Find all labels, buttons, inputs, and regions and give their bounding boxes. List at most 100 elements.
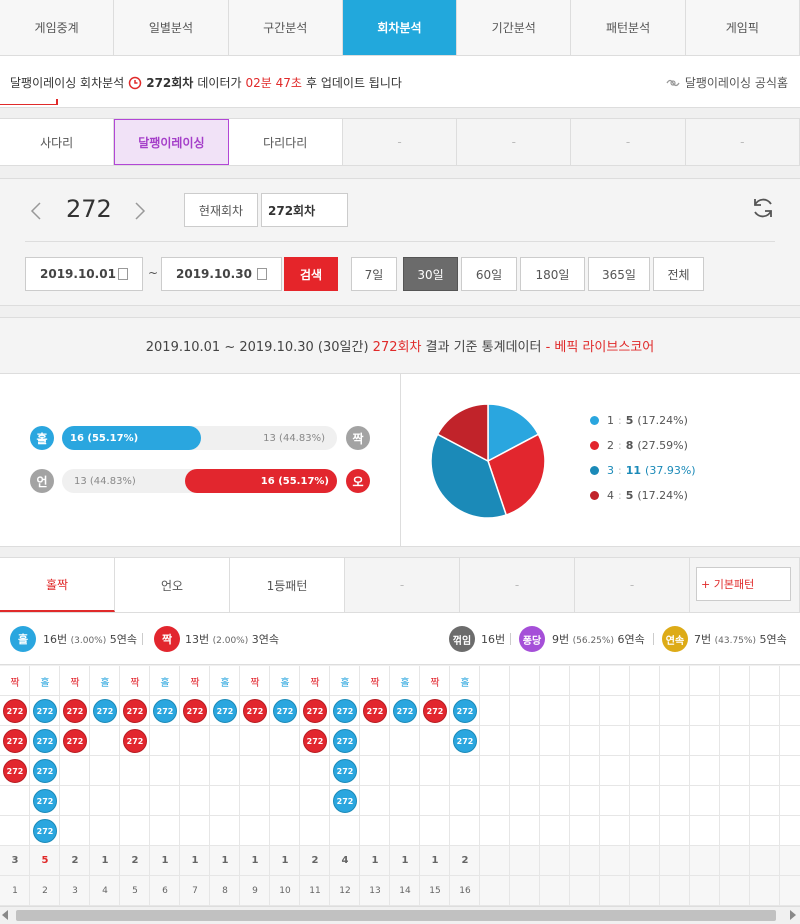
- result-pie-chart: [430, 403, 546, 519]
- period-button-3[interactable]: 60일: [461, 257, 517, 291]
- column-number: 4: [102, 886, 108, 896]
- tab-6[interactable]: 패턴분석: [571, 0, 686, 55]
- grid-cell: [600, 756, 630, 786]
- game-tab-7: -: [685, 119, 800, 165]
- pattern-tab-4: -: [345, 558, 460, 612]
- grid-number-cell: [570, 876, 600, 906]
- stats-divider: [400, 374, 401, 546]
- grid-cell: [420, 726, 450, 756]
- scroll-left-icon[interactable]: [2, 910, 8, 920]
- over-fill: 16 (55.17%): [185, 469, 337, 493]
- grid-header-cell: [510, 666, 540, 696]
- period-button-4[interactable]: 180일: [520, 257, 585, 291]
- date-range-tilde: ~: [148, 266, 159, 280]
- even-summary-count: 13번: [185, 633, 210, 646]
- basic-pattern-button[interactable]: + 기본패턴: [696, 567, 791, 601]
- grid-cell: [300, 786, 330, 816]
- result-ball: 272: [333, 789, 357, 813]
- column-head: 홀: [400, 678, 410, 689]
- grid-cell: [660, 816, 690, 846]
- game-tab-6: -: [571, 119, 686, 165]
- round-navigator: 272 현재회차 272회차 2019.10.01 ~ 2019.10.30 검…: [0, 178, 800, 306]
- pattern-tabs: 홀짝 언오 1등패턴 - - -: [0, 557, 800, 613]
- notice-round: 272회차: [146, 76, 194, 90]
- legend-value: 11: [625, 464, 642, 477]
- grid-cell: [90, 816, 120, 846]
- pattern-tab-2[interactable]: 언오: [115, 558, 230, 612]
- period-button-6[interactable]: 전체: [653, 257, 704, 291]
- pattern-tab-3[interactable]: 1등패턴: [230, 558, 345, 612]
- grid-count-cell: [480, 846, 510, 876]
- date-from-input[interactable]: 2019.10.01: [25, 257, 143, 291]
- grid-cell: [570, 786, 600, 816]
- calendar-icon[interactable]: [118, 268, 128, 280]
- grid-cell: [660, 786, 690, 816]
- grid-header-cell: [570, 666, 600, 696]
- grid-cell: [240, 726, 270, 756]
- result-ball: 272: [333, 729, 357, 753]
- grid-cell: [150, 726, 180, 756]
- refresh-icon[interactable]: [750, 195, 776, 221]
- grid-header-cell: [780, 666, 800, 696]
- break-badge: 꺾임: [449, 626, 475, 652]
- grid-number-cell: [600, 876, 630, 906]
- result-ball: 272: [3, 759, 27, 783]
- grid-header-cell: [630, 666, 660, 696]
- grid-header-cell: [660, 666, 690, 696]
- horizontal-scrollbar[interactable]: [0, 906, 800, 924]
- legend-value: 5: [625, 414, 634, 427]
- stats-brand: - 베픽 라이브스코어: [545, 340, 655, 355]
- pattern-tab-1[interactable]: 홀짝: [0, 558, 115, 612]
- grid-number-cell: [510, 876, 540, 906]
- tab-4[interactable]: 회차분석: [342, 0, 458, 55]
- grid-cell: [750, 756, 780, 786]
- grid-cell: [360, 726, 390, 756]
- under-badge: 언: [30, 469, 54, 493]
- column-count: 5: [41, 855, 49, 866]
- column-head: 짝: [130, 678, 140, 689]
- grid-cell: [540, 816, 570, 846]
- update-notice: 달팽이레이싱 회차분석 272회차 데이터가 02분 47초 후 업데이트 됩니…: [10, 74, 402, 91]
- tab-1[interactable]: 게임중계: [0, 0, 115, 55]
- legend-number: 1: [607, 414, 614, 427]
- tab-3[interactable]: 구간분석: [229, 0, 343, 55]
- legend-separator: :: [618, 489, 622, 502]
- round-input[interactable]: 272회차: [261, 193, 348, 227]
- odd-fill: 16 (55.17%): [62, 426, 201, 450]
- grid-cell: [150, 816, 180, 846]
- calendar-icon[interactable]: [257, 268, 267, 280]
- scroll-right-icon[interactable]: [790, 910, 796, 920]
- grid-number-cell: [690, 876, 720, 906]
- period-button-5[interactable]: 365일: [588, 257, 650, 291]
- legend-separator: :: [618, 439, 622, 452]
- grid-header-cell: [600, 666, 630, 696]
- period-button-1[interactable]: 7일: [351, 257, 397, 291]
- grid-cell: [180, 726, 210, 756]
- game-tab-2[interactable]: 달팽이레이싱: [114, 119, 229, 165]
- grid-cell: [390, 726, 420, 756]
- tab-7[interactable]: 게임픽: [686, 0, 800, 55]
- grid-cell: [120, 816, 150, 846]
- grid-cell: [510, 816, 540, 846]
- column-number: 14: [399, 886, 411, 896]
- legend-dot: [590, 416, 599, 425]
- prev-round-icon[interactable]: [28, 199, 44, 223]
- search-button[interactable]: 검색: [284, 257, 338, 291]
- grid-cell: [570, 696, 600, 726]
- scroll-thumb[interactable]: [16, 910, 776, 921]
- pong-pct: (56.25%): [572, 636, 614, 646]
- tab-2[interactable]: 일별분석: [114, 0, 229, 55]
- period-button-2[interactable]: 30일: [403, 257, 458, 291]
- result-ball: 272: [63, 729, 87, 753]
- next-round-icon[interactable]: [132, 199, 148, 223]
- odd-badge: 홀: [30, 426, 54, 450]
- current-round-button[interactable]: 현재회차: [184, 193, 258, 227]
- even-summary-text: 13번 (2.00%) 3연속: [185, 631, 279, 647]
- grid-cell: [450, 816, 480, 846]
- tab-5[interactable]: 기간분석: [457, 0, 572, 55]
- game-tab-1[interactable]: 사다리: [0, 119, 115, 165]
- date-to-input[interactable]: 2019.10.30: [161, 257, 282, 291]
- official-homepage-link[interactable]: 달팽이레이싱 공식홈: [665, 74, 788, 91]
- game-tab-3[interactable]: 다리다리: [229, 119, 343, 165]
- grid-cell: [540, 756, 570, 786]
